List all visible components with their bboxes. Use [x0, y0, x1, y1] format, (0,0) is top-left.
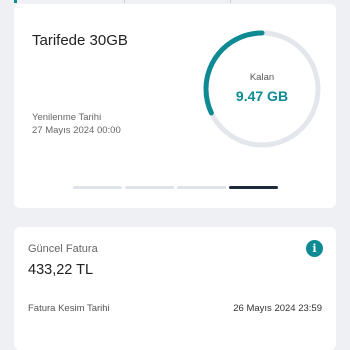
tariff-title: Tarifede 30GB — [32, 32, 128, 49]
page: Tarifede 30GB Yenilenme Tarihi 27 Mayıs … — [0, 0, 350, 350]
remaining-label: Kalan — [249, 72, 275, 83]
pager-dot[interactable] — [229, 186, 278, 189]
info-icon[interactable]: i — [306, 240, 323, 257]
invoice-cut-date: 26 Mayıs 2024 23:59 — [233, 303, 322, 314]
renewal-date: 27 Mayıs 2024 00:00 — [32, 125, 121, 136]
renewal-label: Yenilenme Tarihi — [32, 112, 102, 123]
current-invoice-amount: 433,22 TL — [28, 262, 94, 278]
current-invoice-label: Güncel Fatura — [28, 243, 98, 255]
pager-dot[interactable] — [125, 186, 174, 189]
tab-divider — [124, 0, 125, 3]
tab-divider — [230, 0, 231, 3]
invoice-cut-label: Fatura Kesim Tarihi — [28, 303, 110, 314]
invoice-card[interactable]: Güncel Fatura 433,22 TL i Fatura Kesim T… — [14, 227, 336, 350]
pager-dot[interactable] — [73, 186, 122, 189]
pager-dot[interactable] — [177, 186, 226, 189]
remaining-value: 9.47 GB — [235, 88, 289, 104]
usage-card[interactable]: Tarifede 30GB Yenilenme Tarihi 27 Mayıs … — [14, 4, 336, 208]
tab-indicator — [14, 0, 17, 3]
